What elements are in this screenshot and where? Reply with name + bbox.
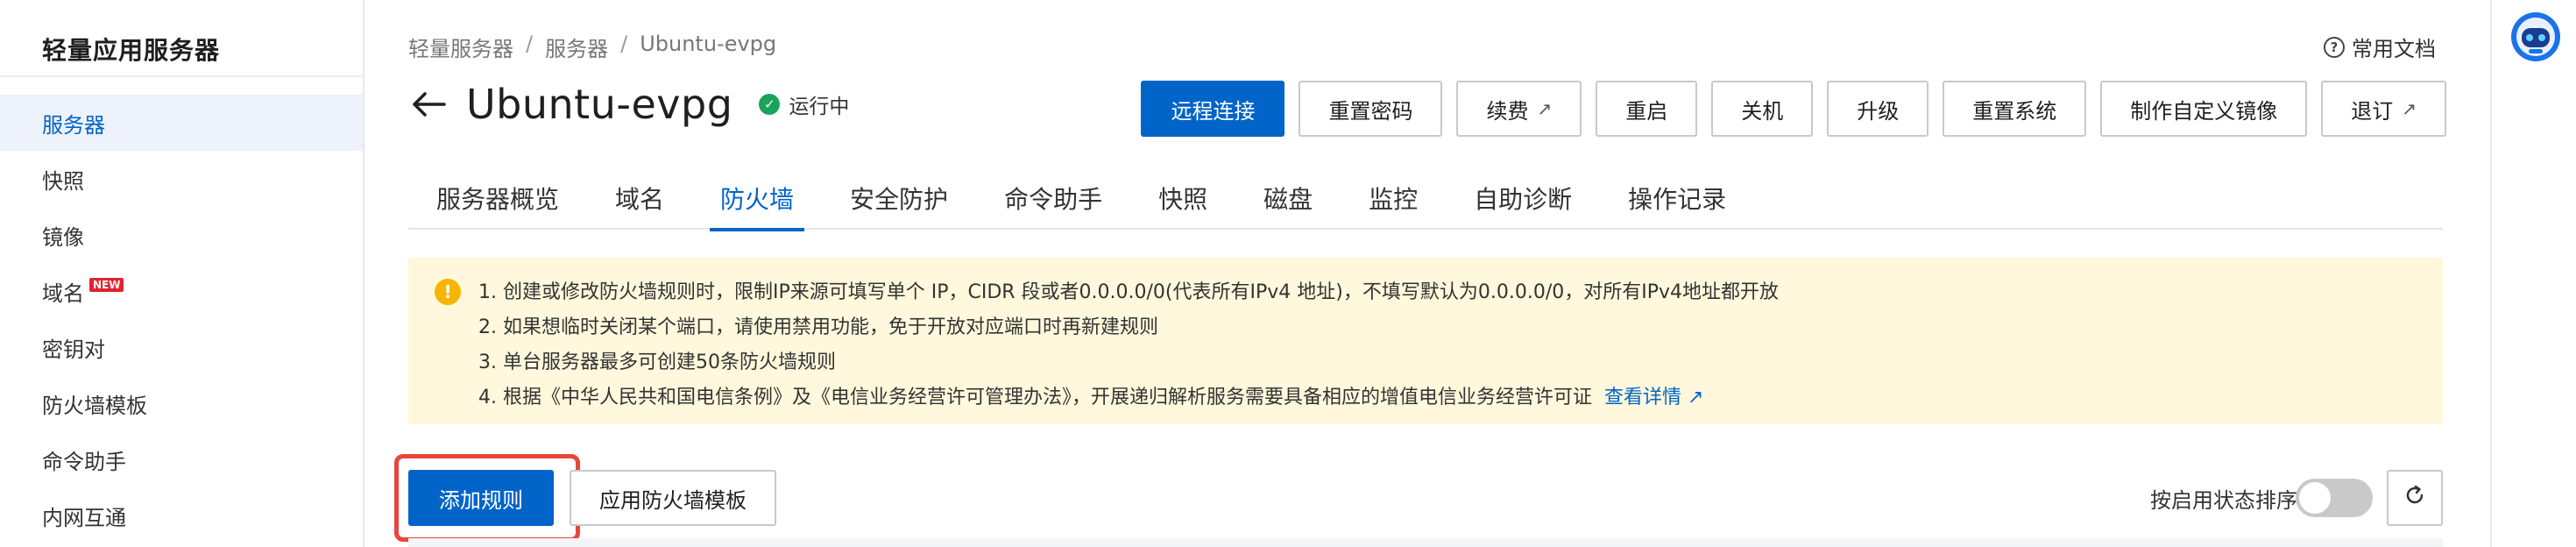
tab-domain[interactable]: 域名 [587, 167, 692, 230]
warning-circle-icon: ! [435, 279, 461, 305]
firewall-notice: ! 1. 创建或修改防火墙规则时，限制IP来源可填写单个 IP，CIDR 段或者… [408, 258, 2443, 424]
sidebar-item-servers[interactable]: 服务器 [0, 95, 363, 151]
tab-operation-log[interactable]: 操作记录 [1600, 167, 1754, 230]
sidebar-item-keypairs[interactable]: 密钥对 [0, 319, 363, 375]
sidebar-item-label: 防火墙模板 [42, 393, 147, 418]
sidebar: 轻量应用服务器 服务器 快照 镜像 域名 NEW 密钥对 防火墙模板 命令助手 … [0, 0, 364, 547]
reset-system-button[interactable]: 重置系统 [1943, 81, 2087, 137]
reset-password-button[interactable]: 重置密码 [1299, 81, 1443, 137]
sidebar-item-firewall-templates[interactable]: 防火墙模板 [0, 375, 363, 431]
shutdown-button[interactable]: 关机 [1711, 81, 1814, 137]
sidebar-item-label: 服务器 [42, 112, 105, 138]
toggle-knob [2299, 482, 2331, 514]
upgrade-button[interactable]: 升级 [1827, 81, 1929, 137]
rules-table-header [408, 538, 2443, 547]
tab-monitoring[interactable]: 监控 [1341, 167, 1446, 230]
notice-line: 2. 如果想临时关闭某个端口，请使用禁用功能，免于开放对应端口时再新建规则 [478, 316, 1158, 338]
notice-line: 4. 根据《中华人民共和国电信条例》及《电信业务经营许可管理办法》，开展递归解析… [478, 380, 2411, 416]
firewall-toolbar: 添加规则 应用防火墙模板 按启用状态排序 [394, 454, 2443, 542]
robot-assistant-icon[interactable] [2509, 11, 2562, 63]
breadcrumb-separator: / [526, 32, 534, 56]
external-link-icon: ↗ [1688, 387, 1704, 408]
breadcrumb-separator: / [620, 32, 628, 56]
question-circle-icon: ? [2324, 36, 2345, 58]
renew-label: 续费 [1486, 98, 1529, 124]
custom-image-button[interactable]: 制作自定义镜像 [2100, 81, 2308, 137]
restart-button[interactable]: 重启 [1596, 81, 1698, 137]
help-docs-link[interactable]: ? 常用文档 [2324, 32, 2436, 62]
breadcrumb-item-lightweight[interactable]: 轻量服务器 [408, 32, 513, 62]
sidebar-nav: 服务器 快照 镜像 域名 NEW 密钥对 防火墙模板 命令助手 内网互通 [0, 95, 363, 543]
breadcrumb-item-current: Ubuntu-evpg [640, 32, 777, 56]
tab-self-diagnosis[interactable]: 自助诊断 [1446, 167, 1600, 230]
sidebar-item-snapshots[interactable]: 快照 [0, 151, 363, 207]
notice-line: 3. 单台服务器最多可创建50条防火墙规则 [478, 352, 836, 373]
notice-line: 1. 创建或修改防火墙规则时，限制IP来源可填写单个 IP，CIDR 段或者0.… [478, 281, 1780, 303]
help-docs-label: 常用文档 [2352, 37, 2436, 61]
add-rule-button[interactable]: 添加规则 [408, 470, 554, 526]
arrow-left-icon[interactable] [408, 84, 449, 124]
sidebar-item-label: 密钥对 [42, 337, 105, 362]
apply-template-button[interactable]: 应用防火墙模板 [570, 470, 776, 526]
refresh-icon [2403, 484, 2426, 512]
sort-by-status-label: 按启用状态排序 [2150, 487, 2297, 513]
renew-button[interactable]: 续费 ↗ [1456, 81, 1582, 137]
sidebar-item-label: 镜像 [42, 224, 84, 250]
refresh-button[interactable] [2387, 470, 2443, 526]
sidebar-item-label: 内网互通 [42, 505, 126, 530]
right-rail [2490, 0, 2576, 547]
breadcrumb-item-servers[interactable]: 服务器 [545, 32, 608, 62]
tab-disks[interactable]: 磁盘 [1235, 167, 1341, 230]
detail-tabs: 服务器概览 域名 防火墙 安全防护 命令助手 快照 磁盘 监控 自助诊断 操作记… [408, 167, 2443, 231]
new-badge: NEW [89, 278, 124, 292]
tab-command-assistant[interactable]: 命令助手 [976, 167, 1130, 230]
sidebar-item-label: 快照 [42, 168, 84, 194]
main-content: 轻量服务器 / 服务器 / Ubuntu-evpg ? 常用文档 Ubuntu-… [366, 0, 2490, 547]
sidebar-divider [0, 75, 363, 77]
sort-by-status-toggle[interactable] [2296, 479, 2373, 517]
status-label: 运行中 [789, 96, 850, 118]
tab-snapshots[interactable]: 快照 [1130, 167, 1235, 230]
sidebar-item-intranet[interactable]: 内网互通 [0, 487, 363, 543]
view-details-label: 查看详情 [1604, 387, 1682, 408]
external-link-icon: ↗ [1537, 98, 1553, 119]
unsubscribe-label: 退订 [2351, 98, 2394, 124]
unsubscribe-button[interactable]: 退订 ↗ [2321, 81, 2446, 137]
tab-overview[interactable]: 服务器概览 [408, 167, 587, 230]
sidebar-item-label: 域名 [42, 281, 84, 306]
check-circle-icon: ✓ [759, 94, 781, 115]
tab-security[interactable]: 安全防护 [822, 167, 976, 230]
external-link-icon: ↗ [2402, 98, 2417, 119]
status-badge: ✓ 运行中 [759, 89, 849, 119]
title-row: Ubuntu-evpg ✓ 运行中 [408, 81, 849, 128]
sidebar-item-images[interactable]: 镜像 [0, 207, 363, 263]
notice-line-text: 4. 根据《中华人民共和国电信条例》及《电信业务经营许可管理办法》，开展递归解析… [478, 387, 1592, 408]
sidebar-item-domains[interactable]: 域名 NEW [0, 263, 363, 319]
server-actions: 远程连接 重置密码 续费 ↗ 重启 关机 升级 重置系统 制作自定义镜像 退订 … [1141, 81, 2446, 137]
sidebar-title: 轻量应用服务器 [42, 36, 221, 65]
tab-firewall[interactable]: 防火墙 [692, 167, 822, 231]
remote-connect-button[interactable]: 远程连接 [1141, 81, 1285, 137]
breadcrumb: 轻量服务器 / 服务器 / Ubuntu-evpg [408, 32, 776, 62]
view-details-link[interactable]: 查看详情 ↗ [1604, 387, 1703, 408]
sidebar-item-command-assistant[interactable]: 命令助手 [0, 431, 363, 487]
page-title: Ubuntu-evpg [466, 81, 733, 128]
sidebar-item-label: 命令助手 [42, 449, 126, 474]
